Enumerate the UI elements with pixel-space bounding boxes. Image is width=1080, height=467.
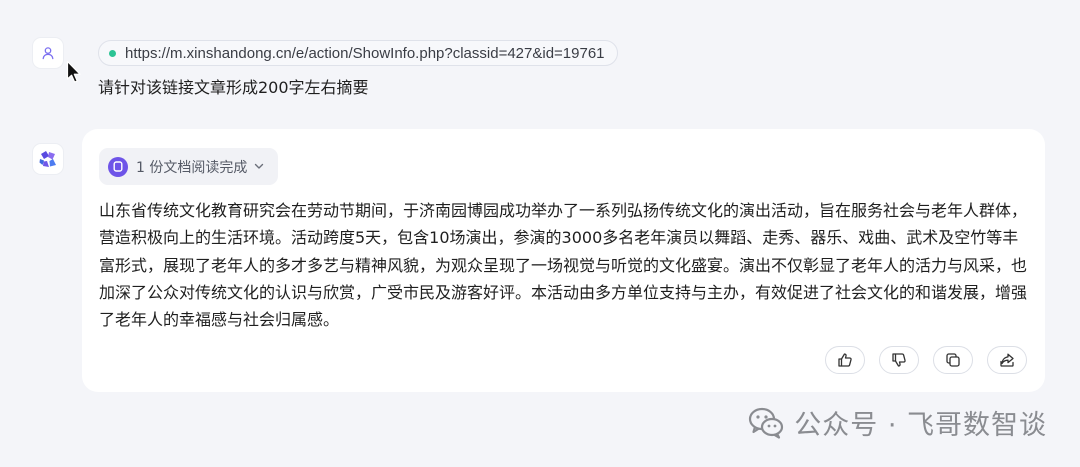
assistant-logo-icon: [39, 151, 56, 167]
assistant-avatar: [33, 144, 63, 174]
thumbs-down-icon: [892, 353, 906, 367]
user-prompt: 请针对该链接文章形成200字左右摘要: [98, 78, 369, 97]
share-icon: [1000, 353, 1014, 367]
wechat-logo-icon: [749, 407, 784, 439]
thumbs-up-icon: [838, 353, 852, 367]
chevron-down-icon: [254, 163, 264, 170]
user-icon: [42, 47, 54, 60]
chat-page: https://m.xinshandong.cn/e/action/ShowIn…: [0, 0, 1080, 467]
copy-icon: [946, 353, 960, 367]
link-status-dot: [109, 49, 116, 57]
wechat-watermark: 公众号 · 飞哥数智谈: [748, 403, 1047, 442]
share-button[interactable]: [987, 346, 1027, 374]
mouse-cursor-icon: [66, 60, 81, 83]
document-status-chip[interactable]: 1 份文档阅读完成: [99, 148, 279, 185]
dislike-button[interactable]: [879, 346, 919, 374]
assistant-message-card: 1 份文档阅读完成 山东省传统文化教育研究会在劳动节期间，于济南园博园成功举办了…: [82, 129, 1045, 392]
assistant-answer-text: 山东省传统文化教育研究会在劳动节期间，于济南园博园成功举办了一系列弘扬传统文化的…: [99, 201, 1028, 330]
link-url: https://m.xinshandong.cn/e/action/ShowIn…: [125, 44, 605, 62]
document-status-text: 1 份文档阅读完成: [136, 159, 248, 176]
message-actions: [825, 346, 1027, 374]
copy-button[interactable]: [933, 346, 973, 374]
link-attachment[interactable]: https://m.xinshandong.cn/e/action/ShowIn…: [98, 40, 618, 66]
user-avatar: [33, 38, 63, 68]
like-button[interactable]: [825, 346, 865, 374]
watermark-text: 公众号 · 飞哥数智谈: [794, 410, 1047, 441]
document-icon: [108, 156, 128, 177]
